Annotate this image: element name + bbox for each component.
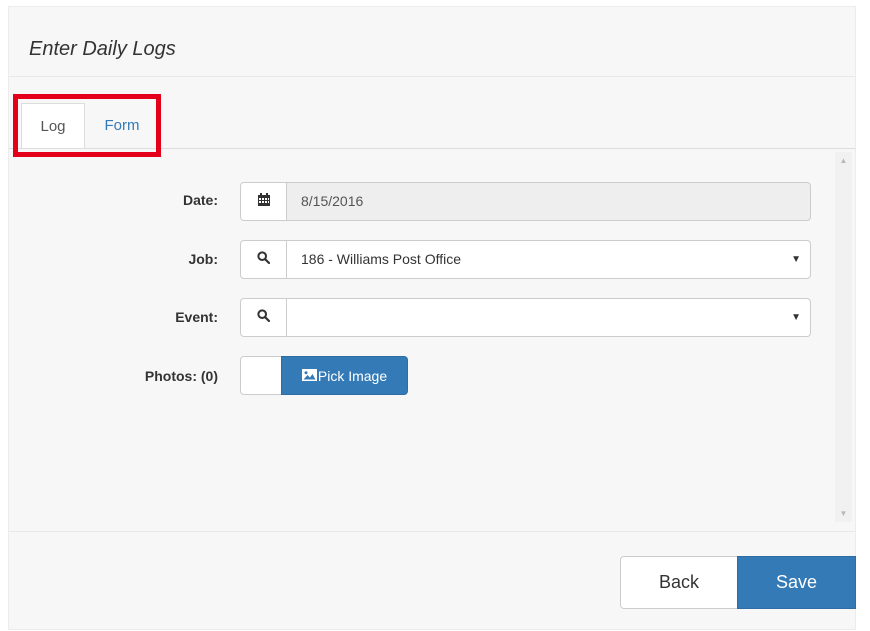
save-button[interactable]: Save bbox=[737, 556, 856, 609]
footer-divider bbox=[9, 531, 855, 532]
search-icon bbox=[257, 308, 271, 327]
event-label: Event: bbox=[175, 309, 218, 325]
job-search-addon[interactable] bbox=[240, 240, 287, 279]
tab-form[interactable]: Form bbox=[87, 103, 157, 149]
header-divider bbox=[9, 76, 855, 77]
back-button[interactable]: Back bbox=[620, 556, 738, 609]
job-input-group: 186 - Williams Post Office ▼ bbox=[240, 240, 811, 279]
calendar-icon bbox=[257, 192, 270, 211]
date-field[interactable]: 8/15/2016 bbox=[286, 182, 811, 221]
scroll-up-icon[interactable]: ▲ bbox=[835, 152, 852, 169]
photos-label: Photos: (0) bbox=[144, 368, 218, 384]
daily-logs-modal: Enter Daily Logs Log Form ▲ ▼ Date: 8/15… bbox=[8, 6, 856, 630]
event-search-addon[interactable] bbox=[240, 298, 287, 337]
chevron-down-icon: ▼ bbox=[791, 312, 801, 323]
job-label: Job: bbox=[188, 251, 218, 267]
event-select[interactable]: ▼ bbox=[286, 298, 811, 337]
pick-image-button[interactable]: Pick Image bbox=[281, 356, 408, 395]
date-addon[interactable] bbox=[240, 182, 287, 221]
search-icon bbox=[257, 250, 271, 269]
job-select-value: 186 - Williams Post Office bbox=[301, 251, 462, 267]
pick-image-label: Pick Image bbox=[317, 367, 388, 384]
modal-title: Enter Daily Logs bbox=[29, 38, 176, 60]
scroll-down-icon[interactable]: ▼ bbox=[835, 505, 852, 522]
image-icon bbox=[301, 368, 318, 384]
tabs-divider bbox=[9, 148, 855, 149]
scrollbar[interactable]: ▲ ▼ bbox=[835, 152, 852, 522]
event-input-group: ▼ bbox=[240, 298, 811, 337]
date-label: Date: bbox=[182, 192, 218, 208]
job-select[interactable]: 186 - Williams Post Office ▼ bbox=[286, 240, 811, 279]
tab-log[interactable]: Log bbox=[21, 103, 85, 149]
date-input-group: 8/15/2016 bbox=[240, 182, 811, 221]
photos-preview bbox=[240, 356, 282, 395]
chevron-down-icon: ▼ bbox=[791, 254, 801, 265]
